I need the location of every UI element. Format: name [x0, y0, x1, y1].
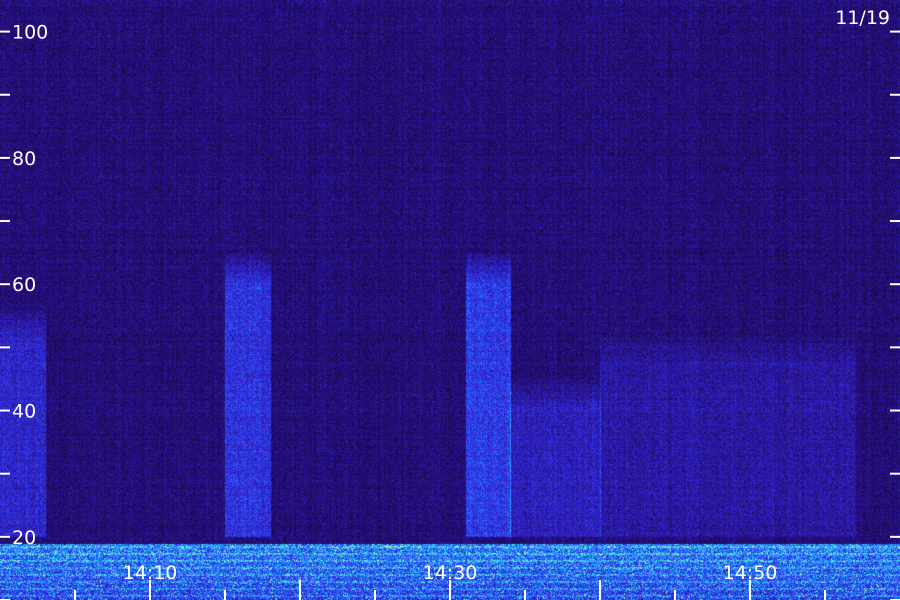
- chart-overlay: 20 40 60 80 100 14:10 14:30 14:50 11/19: [0, 7, 900, 600]
- y-tick-label: 80: [12, 148, 36, 170]
- y-tick-label: 20: [12, 527, 36, 549]
- y-tick-label: 60: [12, 274, 36, 296]
- x-tick-label: 14:10: [123, 562, 178, 584]
- x-axis-labels: 14:10 14:30 14:50: [123, 562, 778, 584]
- x-tick-label: 14:50: [723, 562, 778, 584]
- y-axis-labels: 20 40 60 80 100: [12, 22, 48, 549]
- spectrogram-chart: 20 40 60 80 100 14:10 14:30 14:50 11/19: [0, 0, 900, 600]
- x-tick-label: 14:30: [423, 562, 478, 584]
- y-tick-label: 40: [12, 401, 36, 423]
- y-axis-ticks: [0, 30, 900, 600]
- date-label: 11/19: [835, 7, 890, 29]
- y-tick-label: 100: [12, 22, 48, 44]
